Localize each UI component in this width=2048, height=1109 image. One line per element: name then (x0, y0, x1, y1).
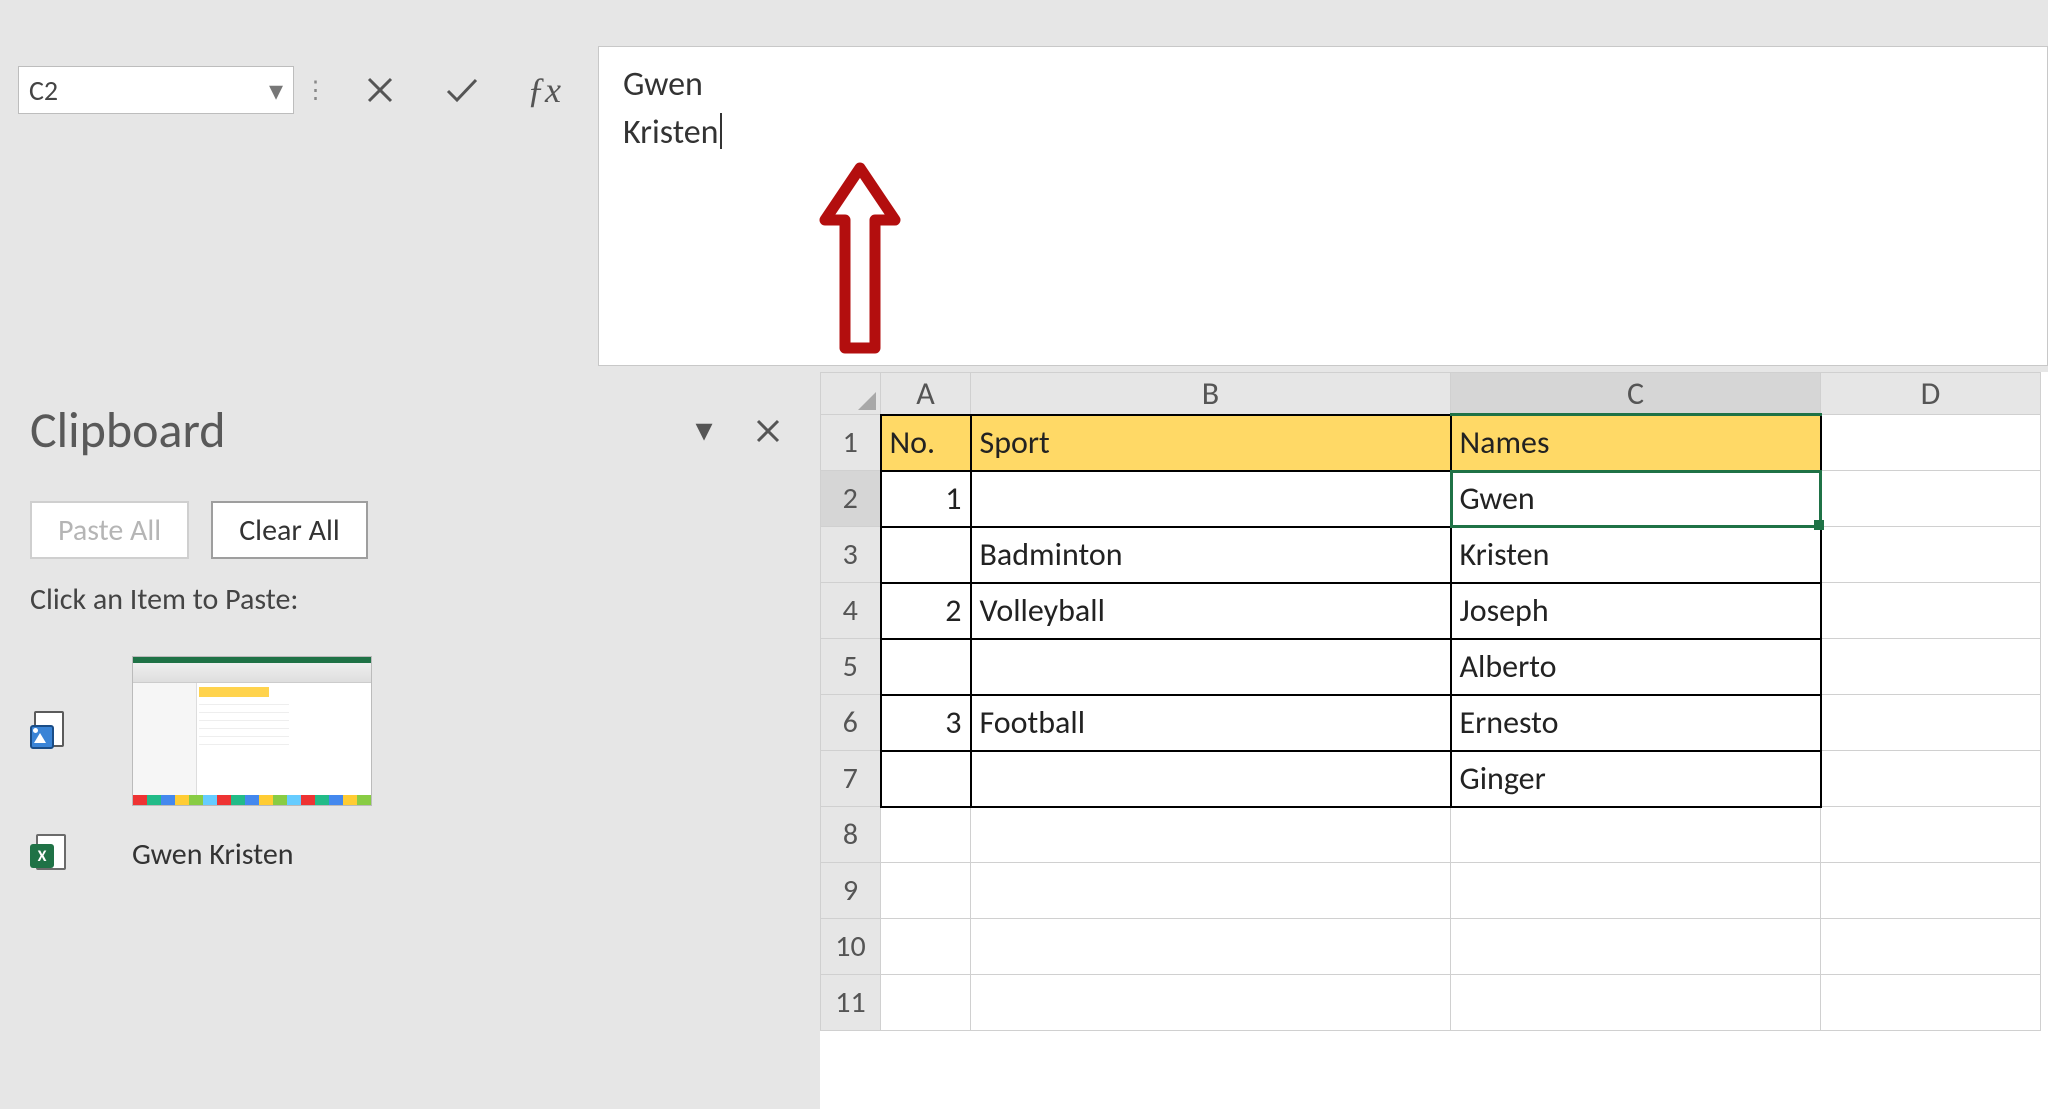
insert-function-button[interactable]: ƒx (522, 68, 566, 112)
cell-D2[interactable] (1821, 471, 2041, 527)
paste-all-button: Paste All (30, 501, 189, 559)
row-header-4[interactable]: 4 (821, 583, 881, 639)
confirm-edit-button[interactable] (440, 68, 484, 112)
cell-B3[interactable]: Badminton (971, 527, 1451, 583)
name-box-separator: ⋮ (294, 66, 338, 114)
cell-B9[interactable] (971, 863, 1451, 919)
cell-A9[interactable] (881, 863, 971, 919)
formula-bar[interactable]: Gwen Kristen (598, 46, 2048, 366)
cell-D3[interactable] (1821, 527, 2041, 583)
cell-C5[interactable]: Alberto (1451, 639, 1821, 695)
cell-A1[interactable]: No. (881, 415, 971, 471)
column-header-C[interactable]: C (1451, 373, 1821, 415)
clipboard-options-dropdown-icon[interactable]: ▾ (682, 409, 726, 453)
cell-B1[interactable]: Sport (971, 415, 1451, 471)
cell-C6[interactable]: Ernesto (1451, 695, 1821, 751)
cell-C3[interactable]: Kristen (1451, 527, 1821, 583)
row-header-7[interactable]: 7 (821, 751, 881, 807)
cell-B4[interactable]: Volleyball (971, 583, 1451, 639)
clipboard-item-text[interactable]: X Gwen Kristen (30, 820, 790, 888)
name-box[interactable]: C2 ▾ (18, 66, 294, 114)
cell-B2[interactable] (971, 471, 1451, 527)
cell-C1[interactable]: Names (1451, 415, 1821, 471)
formula-bar-line1: Gwen (623, 61, 2023, 109)
row-header-5[interactable]: 5 (821, 639, 881, 695)
cell-A10[interactable] (881, 919, 971, 975)
row-header-10[interactable]: 10 (821, 919, 881, 975)
cell-B5[interactable] (971, 639, 1451, 695)
column-header-A[interactable]: A (881, 373, 971, 415)
name-box-value: C2 (29, 73, 58, 108)
cell-A2[interactable]: 1 (881, 471, 971, 527)
clipboard-item-text-label: Gwen Kristen (132, 836, 294, 873)
cell-C7[interactable]: Ginger (1451, 751, 1821, 807)
cell-C8[interactable] (1451, 807, 1821, 863)
row-header-6[interactable]: 6 (821, 695, 881, 751)
cell-C10[interactable] (1451, 919, 1821, 975)
clipboard-item-image[interactable] (30, 642, 790, 820)
cell-A6[interactable]: 3 (881, 695, 971, 751)
cell-B8[interactable] (971, 807, 1451, 863)
cell-A11[interactable] (881, 975, 971, 1031)
cell-A7[interactable] (881, 751, 971, 807)
cell-B10[interactable] (971, 919, 1451, 975)
row-header-11[interactable]: 11 (821, 975, 881, 1031)
name-box-dropdown-icon[interactable]: ▾ (269, 73, 283, 108)
cell-D8[interactable] (1821, 807, 2041, 863)
row-header-3[interactable]: 3 (821, 527, 881, 583)
cell-C2[interactable]: Gwen (1451, 471, 1821, 527)
close-icon (755, 418, 781, 444)
cell-A3[interactable] (881, 527, 971, 583)
cell-A8[interactable] (881, 807, 971, 863)
column-header-B[interactable]: B (971, 373, 1451, 415)
row-header-8[interactable]: 8 (821, 807, 881, 863)
cell-B11[interactable] (971, 975, 1451, 1031)
cell-B7[interactable] (971, 751, 1451, 807)
formula-bar-line2: Kristen (623, 112, 719, 153)
row-header-2[interactable]: 2 (821, 471, 881, 527)
cell-D5[interactable] (1821, 639, 2041, 695)
excel-icon: X (30, 834, 70, 874)
cell-C9[interactable] (1451, 863, 1821, 919)
row-header-9[interactable]: 9 (821, 863, 881, 919)
column-header-D[interactable]: D (1821, 373, 2041, 415)
select-all-corner[interactable] (821, 373, 881, 415)
cell-C11[interactable] (1451, 975, 1821, 1031)
cell-D6[interactable] (1821, 695, 2041, 751)
clipboard-title: Clipboard (30, 400, 662, 461)
cell-D9[interactable] (1821, 863, 2041, 919)
cell-D10[interactable] (1821, 919, 2041, 975)
cancel-edit-button[interactable] (358, 68, 402, 112)
paste-all-label: Paste All (58, 512, 161, 549)
clipboard-pane: Clipboard ▾ Paste All Clear All Click an… (30, 400, 790, 888)
text-cursor (720, 113, 722, 149)
cell-D1[interactable] (1821, 415, 2041, 471)
cell-D11[interactable] (1821, 975, 2041, 1031)
cell-B6[interactable]: Football (971, 695, 1451, 751)
clear-all-button[interactable]: Clear All (211, 501, 368, 559)
cell-D7[interactable] (1821, 751, 2041, 807)
row-header-1[interactable]: 1 (821, 415, 881, 471)
clipboard-close-button[interactable] (746, 409, 790, 453)
spreadsheet-grid[interactable]: A B C D 1 No. Sport Names 2 1 Gwen 3 Bad… (820, 372, 2048, 1109)
cell-C4[interactable]: Joseph (1451, 583, 1821, 639)
image-icon (30, 711, 68, 749)
clipboard-hint: Click an Item to Paste: (30, 581, 790, 618)
clipboard-image-thumbnail (132, 656, 372, 806)
clear-all-label: Clear All (239, 512, 340, 549)
cell-A4[interactable]: 2 (881, 583, 971, 639)
cell-A5[interactable] (881, 639, 971, 695)
cell-D4[interactable] (1821, 583, 2041, 639)
check-icon (445, 75, 479, 105)
x-icon (365, 75, 395, 105)
